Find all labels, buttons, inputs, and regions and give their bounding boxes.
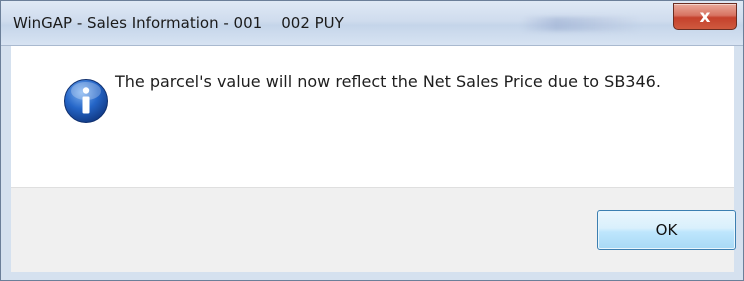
window-frame-bottom [1, 271, 743, 280]
close-button[interactable]: x [673, 3, 737, 30]
information-icon [64, 79, 108, 123]
message-area [11, 46, 734, 187]
title-bar-glare [521, 17, 641, 31]
ok-button-label: OK [655, 221, 678, 239]
window-frame-left [1, 45, 11, 280]
dialog-window: WinGAP - Sales Information - 001 002 PUY… [0, 0, 744, 281]
title-bar[interactable]: WinGAP - Sales Information - 001 002 PUY… [1, 1, 743, 46]
window-title: WinGAP - Sales Information - 001 002 PUY [13, 14, 344, 32]
dialog-message: The parcel's value will now reflect the … [115, 72, 661, 91]
ok-button[interactable]: OK [597, 210, 736, 250]
close-icon: x [699, 6, 711, 27]
